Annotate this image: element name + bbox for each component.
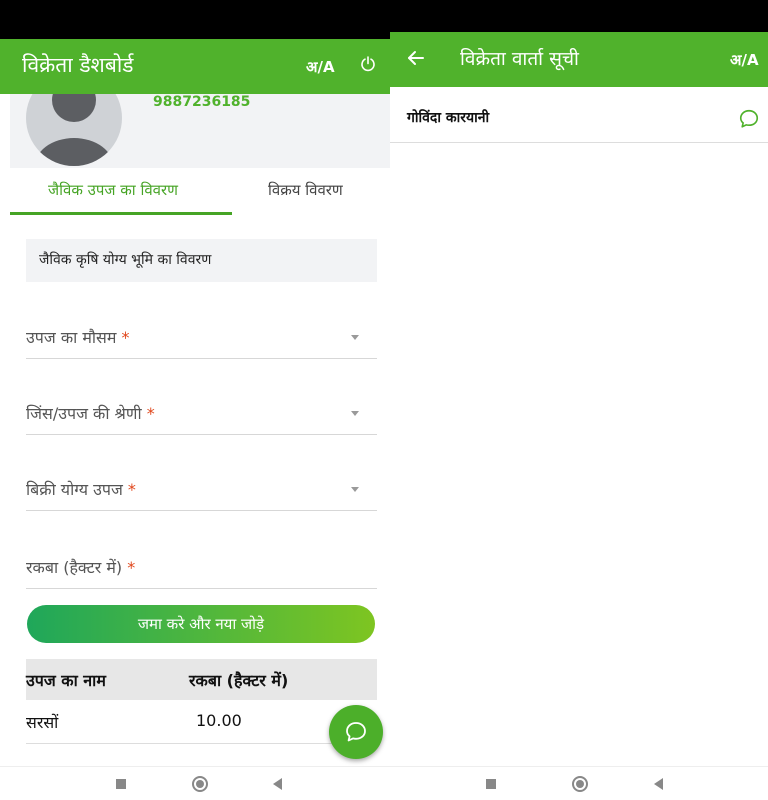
dashboard-screen: विक्रेता डैशबोर्ड अ/A 9887236185 जैविक उ…	[0, 0, 390, 800]
season-label: उपज का मौसम	[26, 328, 117, 347]
required-marker: *	[127, 480, 136, 499]
submit-add-new-button[interactable]: जमा करे और नया जोड़े	[27, 605, 375, 643]
chevron-down-icon	[351, 411, 359, 416]
page-title: विक्रेता वार्ता सूची	[460, 48, 579, 70]
required-marker: *	[127, 558, 136, 577]
tab-organic-produce[interactable]: जैविक उपज का विवरण	[48, 180, 178, 200]
arrow-left-icon[interactable]	[407, 49, 425, 71]
tab-bar: जैविक उपज का विवरण विक्रय विवरण	[10, 168, 390, 216]
produce-label: बिक्री योग्य उपज	[26, 480, 123, 499]
page-title: विक्रेता डैशबोर्ड	[22, 53, 134, 77]
cell-area: 10.00	[196, 711, 242, 730]
back-icon[interactable]	[654, 778, 663, 790]
system-nav-bar	[0, 766, 390, 800]
recents-icon[interactable]	[486, 779, 496, 789]
column-header-area: रकबा (हैक्टर में)	[189, 671, 289, 690]
system-nav-bar	[390, 766, 768, 800]
status-bar	[0, 0, 390, 39]
chat-icon[interactable]	[738, 108, 760, 134]
tab-indicator	[10, 212, 232, 215]
required-marker: *	[146, 404, 155, 423]
chat-contact-name: गोविंदा कारयानी	[407, 110, 490, 126]
section-header: जैविक कृषि योग्य भूमि का विवरण	[26, 239, 377, 282]
tab-sales-details[interactable]: विक्रय विवरण	[268, 180, 343, 200]
app-bar: विक्रेता वार्ता सूची अ/A	[390, 32, 768, 87]
required-marker: *	[121, 328, 130, 347]
back-icon[interactable]	[273, 778, 282, 790]
table-header: उपज का नाम रकबा (हैक्टर में)	[26, 659, 377, 700]
language-toggle-button[interactable]: अ/A	[730, 50, 759, 70]
chevron-down-icon	[351, 487, 359, 492]
chat-list-screen: विक्रेता वार्ता सूची अ/A गोविंदा कारयानी	[390, 0, 768, 800]
category-label: जिंस/उपज की श्रेणी	[26, 404, 142, 423]
cell-produce: सरसों	[26, 713, 59, 732]
person-icon	[26, 94, 122, 166]
status-bar	[390, 0, 768, 32]
language-toggle-button[interactable]: अ/A	[306, 57, 335, 77]
profile-card: 9887236185	[10, 94, 390, 168]
home-icon[interactable]	[572, 776, 588, 792]
chevron-down-icon	[351, 335, 359, 340]
chat-fab-button[interactable]	[329, 705, 383, 759]
section-title: जैविक कृषि योग्य भूमि का विवरण	[39, 252, 212, 268]
power-icon[interactable]	[360, 56, 376, 76]
table-row[interactable]: सरसों 10.00	[26, 700, 377, 744]
category-select[interactable]: जिंस/उपज की श्रेणी *	[26, 394, 377, 435]
season-select[interactable]: उपज का मौसम *	[26, 318, 377, 359]
phone-number: 9887236185	[153, 94, 251, 110]
column-header-produce: उपज का नाम	[26, 671, 106, 690]
list-item[interactable]: गोविंदा कारयानी	[390, 88, 768, 143]
home-icon[interactable]	[192, 776, 208, 792]
area-input[interactable]: रकबा (हैक्टर में) *	[26, 548, 377, 589]
area-label: रकबा (हैक्टर में)	[26, 558, 123, 577]
produce-select[interactable]: बिक्री योग्य उपज *	[26, 470, 377, 511]
recents-icon[interactable]	[116, 779, 126, 789]
app-bar: विक्रेता डैशबोर्ड अ/A	[0, 39, 390, 94]
chat-icon	[346, 722, 366, 742]
